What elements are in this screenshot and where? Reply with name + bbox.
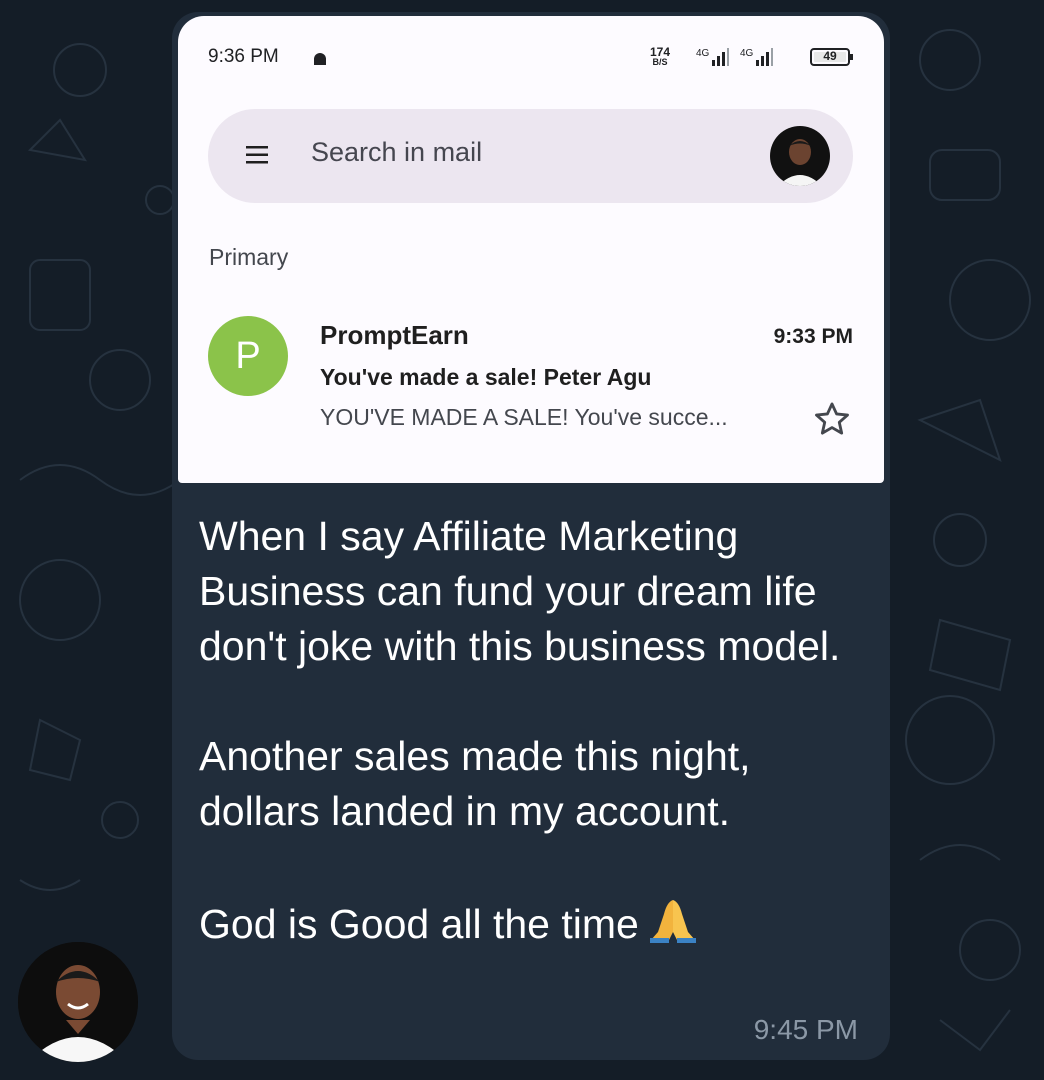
- email-preview: YOU'VE MADE A SALE! You've succe...: [320, 404, 728, 430]
- section-label-primary: Primary: [209, 244, 289, 270]
- battery-icon: 49: [810, 48, 854, 66]
- hamburger-menu-icon[interactable]: [246, 145, 268, 165]
- android-icon: [314, 53, 326, 65]
- star-icon[interactable]: [813, 400, 851, 438]
- search-input[interactable]: Search in mail: [311, 137, 482, 168]
- status-bar: 9:36 PM 174 B/S 4G 4G 49: [208, 46, 854, 74]
- message-bubble[interactable]: 9:36 PM 174 B/S 4G 4G 49 Search in mail …: [172, 12, 890, 1060]
- email-list-item[interactable]: P PromptEarn 9:33 PM You've made a sale!…: [178, 306, 884, 446]
- email-time: 9:33 PM: [773, 325, 853, 348]
- message-paragraph-1: When I say Affiliate Marketing Business …: [199, 513, 841, 669]
- signal-icon-2: 4G: [740, 48, 773, 66]
- message-paragraph-3: God is Good all the time: [199, 894, 869, 952]
- network-speed: 174 B/S: [649, 45, 670, 67]
- battery-level: 49: [823, 49, 837, 63]
- svg-text:4G: 4G: [740, 48, 754, 59]
- svg-text:4G: 4G: [696, 48, 710, 59]
- email-sender: PromptEarn: [320, 320, 469, 350]
- folded-hands-icon: [649, 900, 696, 943]
- email-subject: You've made a sale! Peter Agu: [320, 364, 652, 390]
- sender-avatar: P: [208, 316, 288, 396]
- message-text: When I say Affiliate Marketing Business …: [199, 509, 869, 952]
- signal-icon: 4G: [696, 48, 729, 66]
- status-time: 9:36 PM: [208, 46, 279, 67]
- sender-profile-avatar[interactable]: [18, 942, 138, 1062]
- message-timestamp: 9:45 PM: [753, 1014, 858, 1045]
- search-bar[interactable]: Search in mail: [208, 109, 853, 203]
- gmail-screenshot[interactable]: 9:36 PM 174 B/S 4G 4G 49 Search in mail …: [178, 16, 884, 483]
- account-avatar[interactable]: [770, 126, 830, 186]
- message-paragraph-2: Another sales made this night, dollars l…: [199, 733, 751, 834]
